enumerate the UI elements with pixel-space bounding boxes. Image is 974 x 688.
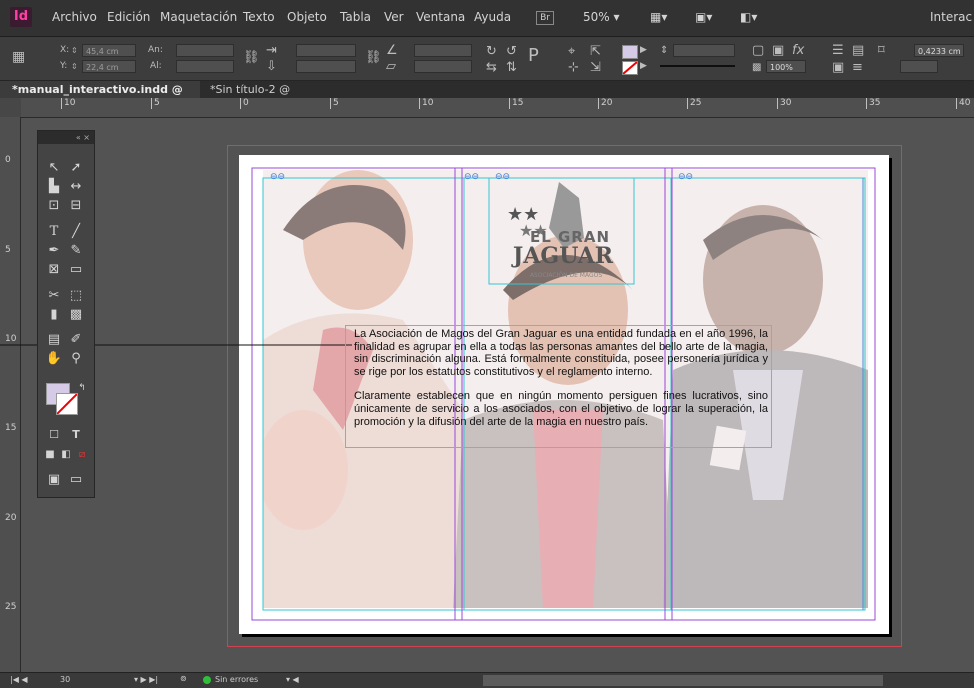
free-transform-tool-icon[interactable]: ⬚ <box>66 287 86 305</box>
tools-panel: « × ↖ ➚ ▙ ↔ ⊡ ⊟ T ╱ ✒ ✎ ⊠ ▭ ✂ ⬚ ▮ ▩ ▤ ✐ … <box>37 130 95 498</box>
paragraph-1: La Asociación de Magos del Gran Jaguar e… <box>354 328 768 378</box>
page-number-field[interactable]: 30 <box>60 675 70 684</box>
pencil-tool-icon[interactable]: ✎ <box>66 242 86 260</box>
paragraph-2: Claramente establecen que en ningún mome… <box>354 390 768 428</box>
note-tool-icon[interactable]: ▤ <box>44 331 64 349</box>
no-stroke-icon <box>56 393 78 415</box>
swap-fill-stroke-icon[interactable]: ↰ <box>72 379 92 397</box>
hand-tool-icon[interactable]: ✋ <box>44 350 64 368</box>
gradient-swatch-tool-icon[interactable]: ▮ <box>44 306 64 324</box>
preview-mode-icon[interactable]: ▭ <box>66 471 86 489</box>
preflight-menu-icon[interactable]: ▾ ◀ <box>286 675 299 684</box>
horizontal-scrollbar[interactable] <box>483 675 883 686</box>
scissors-tool-icon[interactable]: ✂ <box>44 287 64 305</box>
first-page-icon[interactable]: |◀ ◀ <box>10 675 28 684</box>
preflight-status-icon <box>203 676 211 684</box>
content-placer-icon[interactable]: ⊟ <box>66 197 86 215</box>
link-icon[interactable]: ⊖⊖ <box>495 172 510 182</box>
content-collector-icon[interactable]: ⊡ <box>44 197 64 215</box>
link-icon[interactable]: ⊖⊖ <box>678 172 693 182</box>
tools-panel-header[interactable]: « × <box>38 131 94 144</box>
formatting-container-icon[interactable]: ☐ <box>44 426 64 444</box>
direct-selection-tool-icon[interactable]: ➚ <box>66 159 86 177</box>
gradient-feather-tool-icon[interactable]: ▩ <box>66 306 86 324</box>
apply-none-icon[interactable]: ⧄ <box>72 446 92 464</box>
rectangle-frame-tool-icon[interactable]: ⊠ <box>44 261 64 279</box>
rectangle-tool-icon[interactable]: ▭ <box>66 261 86 279</box>
link-icon[interactable]: ⊖⊖ <box>464 172 479 182</box>
pen-tool-icon[interactable]: ✒ <box>44 242 64 260</box>
body-text[interactable]: La Asociación de Magos del Gran Jaguar e… <box>354 328 768 440</box>
link-icon[interactable]: ⊖⊖ <box>270 172 285 182</box>
eyedropper-tool-icon[interactable]: ✐ <box>66 331 86 349</box>
normal-view-icon[interactable]: ▣ <box>44 471 64 489</box>
type-tool-icon[interactable]: T <box>44 223 64 241</box>
line-tool-icon[interactable]: ╱ <box>66 223 86 241</box>
selection-tool-icon[interactable]: ↖ <box>44 159 64 177</box>
page-tool-icon[interactable]: ▙ <box>44 178 64 196</box>
zoom-tool-icon[interactable]: ⚲ <box>66 350 86 368</box>
open-document-icon[interactable]: ⊚ <box>180 674 187 683</box>
preflight-status[interactable]: Sin errores <box>215 675 258 684</box>
gap-tool-icon[interactable]: ↔ <box>66 178 86 196</box>
status-bar: |◀ ◀ 30 ▾ ▶ ▶| ⊚ Sin errores ▾ ◀ <box>0 672 974 688</box>
formatting-text-icon[interactable]: T <box>66 426 86 444</box>
page-nav-next-icon[interactable]: ▾ ▶ ▶| <box>134 675 158 684</box>
